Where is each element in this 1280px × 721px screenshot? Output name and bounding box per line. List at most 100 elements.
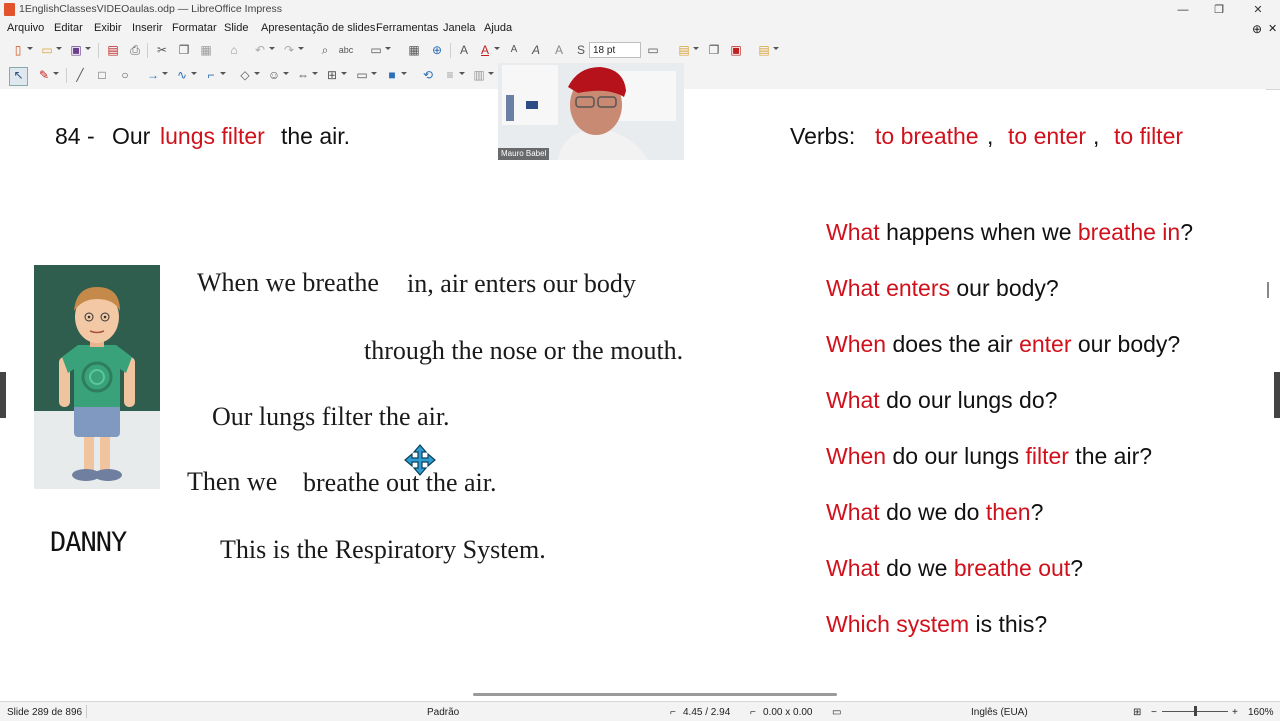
question-text: do we: [879, 555, 954, 581]
menu-ferramentas[interactable]: Ferramentas: [376, 22, 438, 34]
ellipse-tool-icon[interactable]: ○: [117, 68, 133, 82]
rectangle-tool-icon[interactable]: □: [94, 68, 110, 82]
new-slide-icon[interactable]: ▤: [676, 43, 699, 57]
menu-formatar[interactable]: Formatar: [172, 22, 217, 34]
question-text: our body?: [1071, 331, 1181, 357]
fit-page-icon[interactable]: ⊞: [1133, 707, 1141, 718]
character-name: DANNY: [50, 527, 127, 558]
question-text: do our lungs: [886, 443, 1026, 469]
menu-inserir[interactable]: Inserir: [132, 22, 163, 34]
close-button[interactable]: ✕: [1243, 2, 1273, 18]
verb-comma: ,: [1093, 123, 1100, 149]
redo-icon[interactable]: ↷: [281, 43, 304, 57]
slide-layout-icon[interactable]: ▤: [756, 43, 779, 57]
maximize-button[interactable]: ❐: [1204, 2, 1234, 18]
spelling-icon[interactable]: abc: [338, 43, 354, 57]
arrow-lines-icon[interactable]: →: [145, 68, 168, 82]
narrative-line-2: through the nose or the mouth.: [364, 336, 684, 365]
toolbar-separator: [450, 43, 451, 58]
font-color-icon[interactable]: A: [477, 43, 500, 57]
find-replace-icon[interactable]: ⌕: [317, 43, 333, 57]
font-size-field[interactable]: 18 pt: [589, 42, 641, 58]
question-7: What do we breathe out?: [826, 555, 1083, 582]
window-title: 1EnglishClassesVIDEOaulas.odp — LibreOff…: [19, 3, 283, 15]
question-keyword: Which system: [826, 611, 970, 637]
new-document-icon[interactable]: ▯: [10, 43, 33, 57]
zoom-level[interactable]: 160%: [1248, 707, 1274, 718]
menu-apresentacao[interactable]: Apresentação de slides: [261, 22, 375, 34]
impress-app-icon: [4, 3, 15, 16]
block-arrows-icon[interactable]: ⇔: [295, 68, 318, 82]
zoom-slider-thumb[interactable]: [1194, 706, 1197, 716]
monitor-icon[interactable]: ▭: [645, 43, 661, 57]
left-panel-handle[interactable]: [0, 372, 6, 418]
callouts-icon[interactable]: ▭: [354, 68, 377, 82]
verb-comma: ,: [987, 123, 994, 149]
connectors-icon[interactable]: ⌐: [203, 68, 226, 82]
language-status[interactable]: Inglês (EUA): [971, 707, 1028, 718]
menu-arquivo[interactable]: Arquivo: [7, 22, 44, 34]
export-pdf-icon[interactable]: ▤: [105, 43, 121, 57]
undo-icon[interactable]: ↶: [252, 43, 275, 57]
minimize-button[interactable]: —: [1168, 2, 1198, 18]
right-panel-handle[interactable]: [1274, 372, 1280, 418]
size-icon: ⌐: [750, 707, 756, 718]
shadow-icon[interactable]: S: [573, 43, 589, 57]
duplicate-slide-icon[interactable]: ❐: [706, 43, 722, 57]
line-color-icon[interactable]: ✎: [36, 68, 59, 82]
close-document-icon[interactable]: ✕: [1268, 22, 1277, 35]
menu-exibir[interactable]: Exibir: [94, 22, 122, 34]
line-tool-icon[interactable]: ╱: [72, 68, 88, 82]
slide-counter: Slide 289 de 896: [7, 707, 83, 718]
horizontal-scrollbar[interactable]: [473, 693, 837, 696]
question-keyword: When: [826, 331, 887, 357]
slide-canvas[interactable]: [0, 89, 1266, 701]
symbol-shapes-icon[interactable]: ☺: [266, 68, 289, 82]
verb-enter: to enter: [1008, 123, 1086, 149]
italic-icon[interactable]: A: [528, 43, 544, 57]
vertical-scrollbar[interactable]: [1267, 282, 1269, 298]
menu-ajuda[interactable]: Ajuda: [484, 22, 512, 34]
display-views-icon[interactable]: ▭: [368, 43, 391, 57]
copy-icon[interactable]: ❐: [176, 43, 192, 57]
3d-objects-icon[interactable]: ■: [384, 68, 407, 82]
rotate-icon[interactable]: ⟲: [420, 68, 436, 82]
print-icon[interactable]: ⎙: [127, 43, 143, 57]
flowchart-icon[interactable]: ⊞: [324, 68, 347, 82]
globe-icon[interactable]: ⊕: [1252, 22, 1262, 36]
question-text: do we do: [879, 499, 986, 525]
question-keyword: enter: [1019, 331, 1072, 357]
save-icon[interactable]: ▣: [68, 43, 91, 57]
delete-slide-icon[interactable]: ▣: [728, 43, 744, 57]
zoom-in-button[interactable]: +: [1232, 707, 1238, 718]
question-text: happens when we: [879, 219, 1078, 245]
narrative-line-5: This is the Respiratory System.: [220, 535, 546, 564]
question-6: What do we do then?: [826, 499, 1043, 526]
outline-font-icon[interactable]: A: [551, 43, 567, 57]
zoom-out-button[interactable]: −: [1151, 707, 1157, 718]
menu-slide[interactable]: Slide: [224, 22, 248, 34]
curves-icon[interactable]: ∿: [174, 68, 197, 82]
question-text: do our lungs do?: [879, 387, 1058, 413]
select-cursor-icon[interactable]: ↖: [9, 67, 28, 86]
narrative-line-3: Our lungs filter the air.: [212, 402, 450, 431]
slide-header-highlight: lungs filter: [160, 123, 265, 149]
verbs-label: Verbs:: [790, 123, 856, 149]
align-icon[interactable]: ≡: [442, 68, 465, 82]
increase-font-icon[interactable]: A: [456, 43, 472, 57]
decrease-font-icon[interactable]: A: [506, 43, 522, 57]
clone-format-icon[interactable]: ⌂: [226, 43, 242, 57]
cut-icon[interactable]: ✂: [154, 43, 170, 57]
question-keyword: What: [826, 499, 880, 525]
question-text: our body?: [950, 275, 1059, 301]
question-keyword: What: [826, 387, 880, 413]
paste-icon[interactable]: ▦: [198, 43, 214, 57]
cursor-position: 4.45 / 2.94: [683, 707, 731, 718]
menu-editar[interactable]: Editar: [54, 22, 83, 34]
open-folder-icon[interactable]: ▭: [39, 43, 62, 57]
arrange-icon[interactable]: ▥: [471, 68, 494, 82]
basic-shapes-icon[interactable]: ◇: [237, 68, 260, 82]
hyperlink-icon[interactable]: ⊕: [429, 43, 445, 57]
menu-janela[interactable]: Janela: [443, 22, 475, 34]
insert-table-icon[interactable]: ▦: [406, 43, 422, 57]
